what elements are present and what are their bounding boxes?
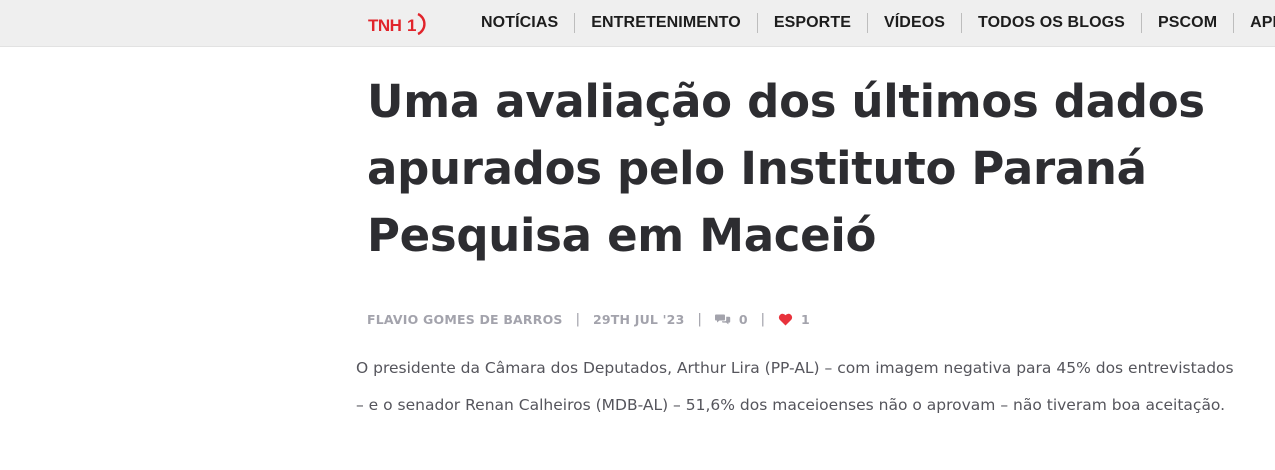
tnh1-logo[interactable]: TNH 1: [368, 11, 434, 37]
nav-item-pscom[interactable]: PSCOM: [1142, 13, 1233, 33]
nav-item-noticias[interactable]: NOTÍCIAS: [465, 13, 574, 33]
top-navigation-bar: TNH 1 NOTÍCIAS ENTRETENIMENTO ESPORTE VÍ…: [0, 0, 1275, 47]
tnh1-logo-icon: TNH 1: [368, 12, 426, 36]
comment-count[interactable]: 0: [739, 312, 748, 327]
nav-item-esporte[interactable]: ESPORTE: [758, 13, 867, 33]
like-count[interactable]: 1: [801, 312, 810, 327]
meta-separator: |: [575, 311, 580, 327]
publish-date: 29TH JUL '23: [593, 311, 685, 327]
meta-separator: |: [697, 311, 702, 327]
svg-text:TNH: TNH: [368, 16, 402, 35]
heart-icon[interactable]: [778, 313, 793, 326]
article-title: Uma avaliação dos últimos dados apurados…: [367, 75, 1205, 262]
nav-item-app[interactable]: APP: [1234, 13, 1275, 33]
article-meta: FLAVIO GOMES DE BARROS | 29TH JUL '23 | …: [367, 309, 810, 329]
main-menu: NOTÍCIAS ENTRETENIMENTO ESPORTE VÍDEOS T…: [465, 0, 1275, 46]
author-link[interactable]: FLAVIO GOMES DE BARROS: [367, 312, 563, 327]
nav-item-videos[interactable]: VÍDEOS: [868, 13, 961, 33]
meta-separator: |: [760, 311, 765, 327]
svg-text:1: 1: [407, 16, 416, 35]
article-lead-paragraph: O presidente da Câmara dos Deputados, Ar…: [356, 359, 1234, 414]
nav-item-todos-os-blogs[interactable]: TODOS OS BLOGS: [962, 13, 1141, 33]
nav-item-entretenimento[interactable]: ENTRETENIMENTO: [575, 13, 757, 33]
comment-bubbles-icon[interactable]: [714, 313, 731, 325]
